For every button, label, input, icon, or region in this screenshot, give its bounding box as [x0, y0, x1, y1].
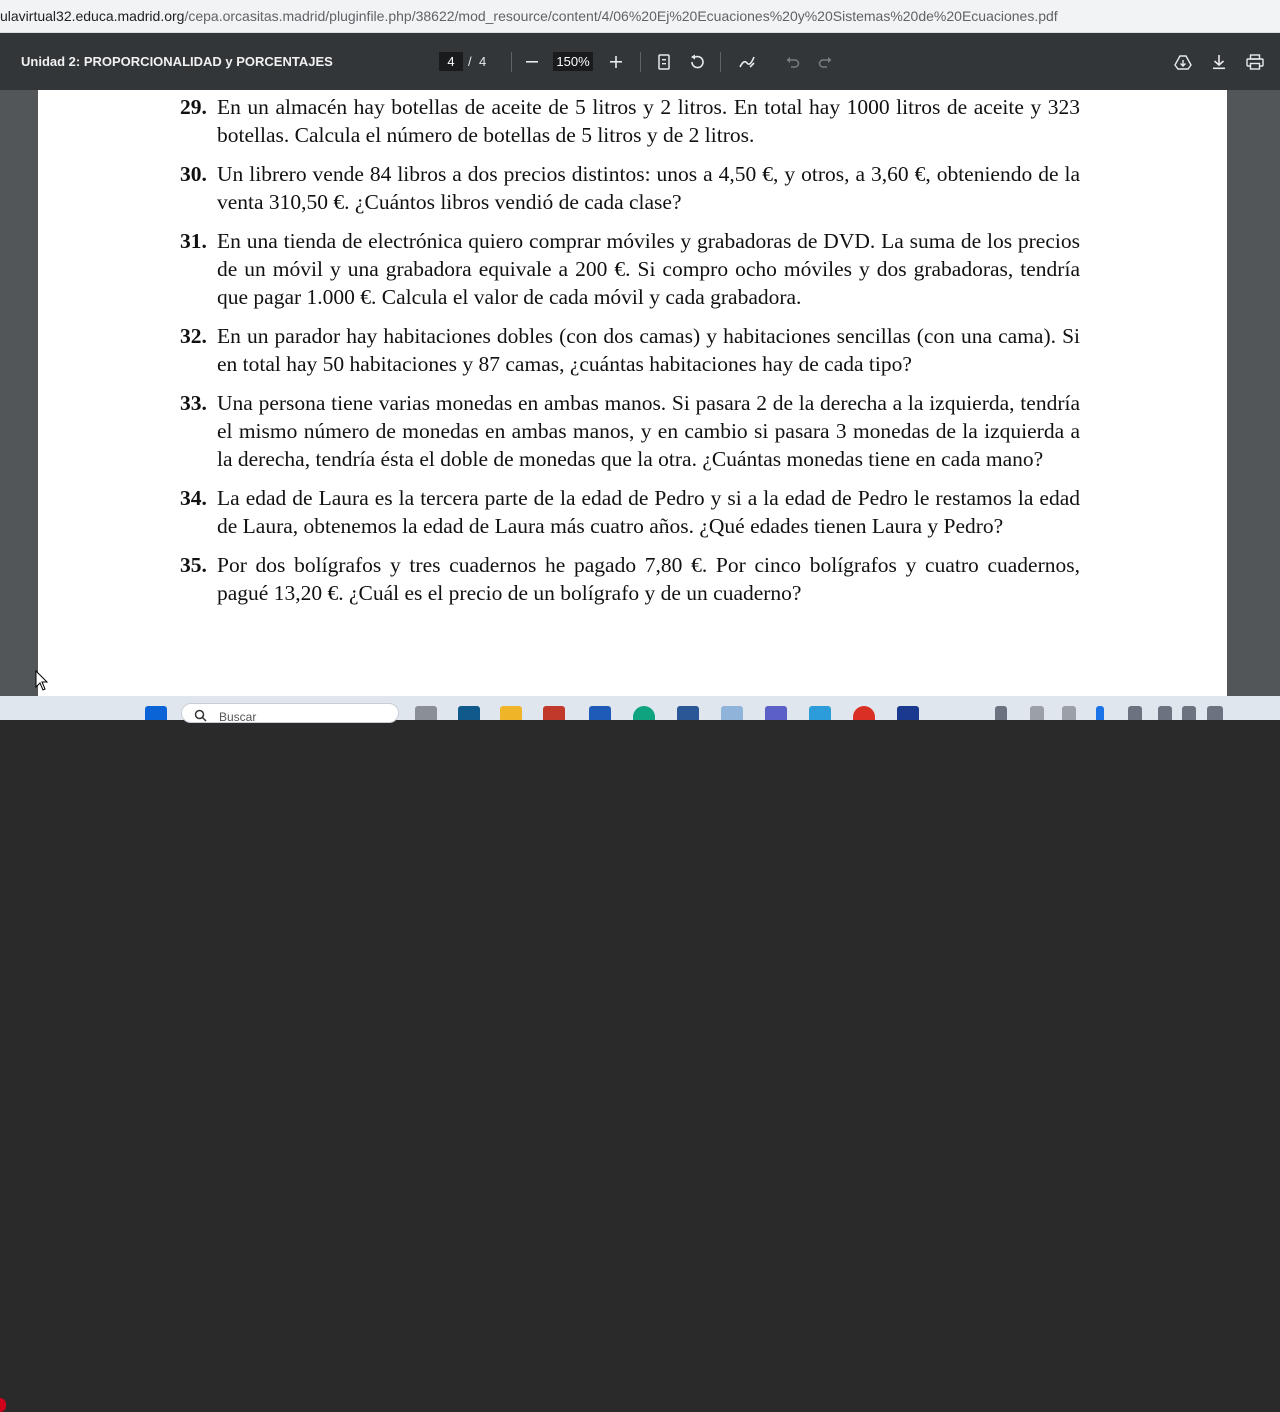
rotate-button[interactable] [685, 50, 709, 74]
url-host: ulavirtual32.educa.madrid.org [0, 8, 185, 24]
mouse-cursor-icon [35, 670, 49, 691]
notepad-icon[interactable] [543, 706, 565, 720]
exercise-text: En un almacén hay botellas de aceite de … [217, 95, 1080, 147]
onenote-icon[interactable] [809, 706, 831, 720]
chrome-icon[interactable] [853, 706, 875, 720]
exercise-item: 34. La edad de Laura es la tercera parte … [180, 485, 1080, 541]
volume-icon[interactable] [1182, 706, 1196, 720]
search-icon [194, 709, 207, 722]
minus-icon [526, 61, 538, 63]
tray-pen-icon[interactable] [1128, 706, 1142, 720]
exercise-item: 32. En un parador hay habitaciones dobles… [180, 323, 1080, 379]
rotate-icon [691, 54, 704, 69]
pdf-page: 29. En un almacén hay botellas de aceite … [38, 90, 1227, 696]
download-button[interactable] [1207, 50, 1231, 74]
exercise-number: 30. [180, 162, 207, 187]
app-icon[interactable] [589, 706, 611, 720]
exercise-item: 30. Un librero vende 84 libros a dos prec… [180, 161, 1080, 217]
page-total: 4 [479, 54, 487, 69]
zoom-level-input[interactable]: 150% [553, 52, 593, 71]
start-icon[interactable] [145, 706, 167, 720]
edge-icon[interactable] [633, 706, 655, 720]
exercise-item: 29. En un almacén hay botellas de aceite … [180, 94, 1080, 150]
zoom-in-button[interactable] [604, 50, 628, 74]
exercise-number: 29. [180, 95, 207, 119]
page-separator: / [468, 54, 472, 69]
exercise-text: Un librero vende 84 libros a dos precios… [217, 162, 1080, 214]
file-explorer-icon[interactable] [500, 706, 522, 720]
exercise-number: 31. [180, 229, 207, 254]
address-bar[interactable]: ulavirtual32.educa.madrid.org/cepa.orcas… [0, 0, 1280, 33]
download-icon [1213, 55, 1225, 70]
redo-button[interactable] [813, 50, 837, 74]
exercise-item: 31. En una tienda de electrónica quiero c… [180, 228, 1080, 311]
document-title: Unidad 2: PROPORCIONALIDAD y PORCENTAJES [21, 54, 333, 69]
exercise-list: 29. En un almacén hay botellas de aceite … [180, 94, 1080, 619]
exercise-text: Por dos bolígrafos y tres cuadernos he p… [217, 553, 1080, 605]
task-view-icon[interactable] [415, 706, 437, 720]
exercise-text: La edad de Laura es la tercera parte de … [217, 486, 1080, 538]
page-number-input[interactable]: 4 [439, 52, 463, 71]
plus-icon [610, 56, 622, 68]
widgets-icon[interactable] [458, 706, 480, 720]
exercise-number: 33. [180, 391, 207, 416]
pdf-toolbar: Unidad 2: PROPORCIONALIDAD y PORCENTAJES… [0, 33, 1280, 90]
undo-button[interactable] [781, 50, 805, 74]
fit-page-icon [658, 54, 670, 70]
zoom-out-button[interactable] [520, 50, 544, 74]
undo-icon [786, 57, 800, 68]
taskbar-search[interactable]: Buscar [181, 703, 399, 724]
exercise-item: 35. Por dos bolígrafos y tres cuadernos h… [180, 552, 1080, 608]
tray-cloud-icon[interactable] [1030, 706, 1044, 720]
divider [511, 52, 512, 72]
search-placeholder: Buscar [219, 710, 257, 724]
word-icon[interactable] [677, 706, 699, 720]
exercise-number: 34. [180, 486, 207, 511]
exercise-item: 33. Una persona tiene varias monedas en a… [180, 390, 1080, 473]
url-text[interactable]: ulavirtual32.educa.madrid.org/cepa.orcas… [0, 8, 1058, 24]
divider [720, 52, 721, 72]
exercise-text: En un parador hay habitaciones dobles (c… [217, 324, 1080, 376]
tray-chevron-icon[interactable] [995, 706, 1007, 720]
teams-icon[interactable] [765, 706, 787, 720]
drive-icon [1174, 55, 1192, 70]
exercise-number: 32. [180, 324, 207, 349]
print-button[interactable] [1243, 50, 1267, 74]
draw-icon [739, 56, 755, 68]
tray-sync-icon[interactable] [1062, 706, 1076, 720]
notification-indicator [0, 1398, 6, 1412]
battery-icon[interactable] [1207, 706, 1223, 720]
exercise-text: En una tienda de electrónica quiero comp… [217, 229, 1080, 309]
app-icon-2[interactable] [897, 706, 919, 720]
url-path: /cepa.orcasitas.madrid/pluginfile.php/38… [184, 8, 1058, 24]
print-icon [1246, 54, 1264, 70]
exercise-text: Una persona tiene varias monedas en amba… [217, 391, 1080, 471]
monitor-icon[interactable] [721, 706, 743, 720]
annotate-button[interactable] [735, 50, 759, 74]
save-to-drive-button[interactable] [1171, 50, 1195, 74]
taskbar: Buscar [0, 696, 1280, 1412]
redo-icon [818, 57, 832, 68]
pdf-viewer[interactable]: 29. En un almacén hay botellas de aceite … [0, 90, 1280, 696]
fit-page-button[interactable] [652, 50, 676, 74]
tray-display-icon[interactable] [1158, 706, 1172, 720]
exercise-number: 35. [180, 553, 207, 578]
tray-bluetooth-icon[interactable] [1096, 706, 1104, 720]
divider [640, 52, 641, 72]
